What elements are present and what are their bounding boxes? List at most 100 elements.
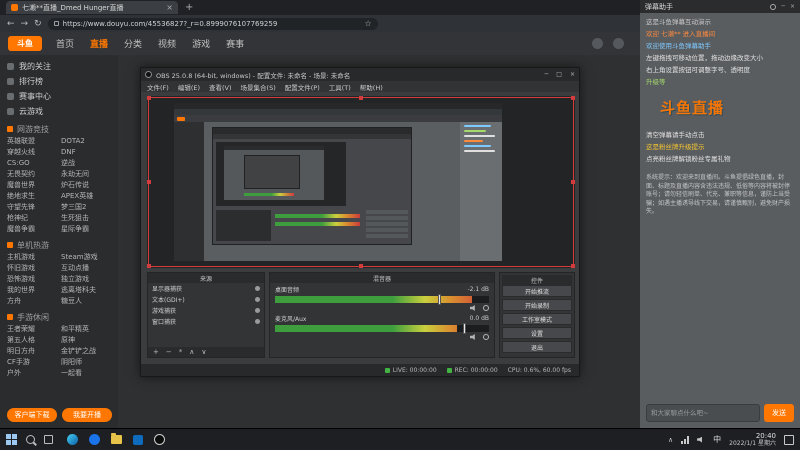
forward-icon[interactable]: → <box>21 19 29 29</box>
sidebar-game-item[interactable]: 英雄联盟 <box>7 136 57 147</box>
danmaku-helper-titlebar[interactable]: 弹幕助手 ─ × <box>640 0 800 13</box>
chat-message: 右上角设置按钮可调整字号、透明度 <box>646 66 750 74</box>
nav-video[interactable]: 视频 <box>158 37 176 50</box>
sidebar-game-item[interactable]: 永劫无间 <box>61 169 111 180</box>
sidebar-game-item[interactable]: 糖豆人 <box>61 296 111 307</box>
ime-indicator[interactable]: 中 <box>713 434 721 445</box>
sidebar-game-item[interactable]: 无畏契约 <box>7 169 57 180</box>
sidebar-game-item[interactable]: 第五人格 <box>7 335 57 346</box>
browser-app-icon[interactable] <box>89 434 100 445</box>
sidebar-game-item[interactable]: 穿越火线 <box>7 147 57 158</box>
sidebar-game-item[interactable]: APEX英雄 <box>61 191 111 202</box>
sidebar-game-item[interactable]: DOTA2 <box>61 136 111 147</box>
sidebar-game-item[interactable]: 星际争霸 <box>61 224 111 235</box>
sidebar-item-label: 我的关注 <box>19 62 51 71</box>
notification-center-icon[interactable] <box>784 434 794 445</box>
edge-icon[interactable] <box>67 434 78 445</box>
sidebar-game-item[interactable]: 逃离塔科夫 <box>61 285 111 296</box>
nav-esports[interactable]: 赛事 <box>226 37 244 50</box>
tray-chevron-icon[interactable]: ∧ <box>668 436 673 444</box>
helper-settings-icon[interactable] <box>770 3 777 10</box>
sidebar-game-item[interactable]: 绝地求生 <box>7 191 57 202</box>
volume-icon[interactable] <box>697 436 702 443</box>
sidebar-game-item[interactable]: 我的世界 <box>7 285 57 296</box>
taskbar-clock[interactable]: 20:40 2022/1/1 星期六 <box>729 432 776 448</box>
sidebar-game-item[interactable]: 阴阳师 <box>61 357 111 368</box>
sidebar-game-item[interactable]: 主机游戏 <box>7 252 57 263</box>
sidebar-item[interactable]: 我的关注 <box>7 59 111 74</box>
nav-game[interactable]: 游戏 <box>192 37 210 50</box>
source-item: 文本(GDI+) <box>148 294 264 305</box>
sidebar-game-item[interactable]: 户外 <box>7 368 57 379</box>
nav-category[interactable]: 分类 <box>124 37 142 50</box>
browser-tab[interactable]: 七濑**直播_Dmed Hunger直播 × <box>6 1 178 14</box>
sidebar-game-item[interactable]: 梦三国2 <box>61 202 111 213</box>
reload-icon[interactable]: ↻ <box>34 19 42 29</box>
channel-settings-icon <box>483 305 489 311</box>
start-broadcast-button[interactable]: 我要开播 <box>62 408 112 422</box>
sidebar-game-item[interactable]: 逆战 <box>61 158 111 169</box>
nested-chat-panel <box>460 122 502 261</box>
sidebar-game-item[interactable]: CS:GO <box>7 158 57 169</box>
sidebar-game-item[interactable]: 炉石传说 <box>61 180 111 191</box>
sidebar-game-item[interactable]: 魔兽世界 <box>7 180 57 191</box>
helper-minimize-icon[interactable]: ─ <box>781 3 785 10</box>
sidebar-game-item[interactable]: 枪神纪 <box>7 213 57 224</box>
sidebar-game-item[interactable]: 原神 <box>61 335 111 346</box>
sidebar-game-item[interactable]: 金铲铲之战 <box>61 346 111 357</box>
tab-close-icon[interactable]: × <box>166 3 173 12</box>
bookmark-star-icon[interactable]: ☆ <box>364 19 371 28</box>
obs-app-icon[interactable] <box>154 434 165 445</box>
back-icon[interactable]: ← <box>7 19 15 29</box>
sidebar-game-item[interactable]: 互动点播 <box>61 263 111 274</box>
sidebar-game-item[interactable]: 一起看 <box>61 368 111 379</box>
sidebar-game-item[interactable]: 恐怖游戏 <box>7 274 57 285</box>
search-icon[interactable] <box>26 435 35 444</box>
sidebar-game-item[interactable]: 守望先锋 <box>7 202 57 213</box>
sidebar-item[interactable]: 赛事中心 <box>7 89 111 104</box>
sidebar-game-item[interactable]: 和平精英 <box>61 324 111 335</box>
clock-time: 20:40 <box>755 431 776 440</box>
sidebar-game-item[interactable]: 方舟 <box>7 296 57 307</box>
helper-close-icon[interactable]: × <box>790 3 795 10</box>
sidebar-game-item[interactable]: CF手游 <box>7 357 57 368</box>
volume-slider-knob <box>437 294 441 305</box>
user-avatar[interactable] <box>613 38 624 49</box>
network-icon[interactable] <box>681 435 690 444</box>
client-download-button[interactable]: 客户端下载 <box>7 408 57 422</box>
start-button-icon[interactable] <box>6 434 17 445</box>
sidebar-game-item[interactable]: 生死狙击 <box>61 213 111 224</box>
send-button[interactable]: 发送 <box>764 404 794 422</box>
sidebar-game-item[interactable]: 明日方舟 <box>7 346 57 357</box>
chat-input-row: 发送 <box>646 404 794 422</box>
nested-douyu-logo <box>177 116 185 121</box>
obs-preview <box>147 96 575 268</box>
sidebar-game-item[interactable]: Steam游戏 <box>61 252 111 263</box>
new-tab-button[interactable]: + <box>185 2 193 13</box>
douyu-logo[interactable]: 斗鱼 <box>8 36 42 51</box>
sidebar-game-item[interactable]: 魔兽争霸 <box>7 224 57 235</box>
visibility-eye-icon <box>255 297 260 302</box>
sources-toolbar: + − * ∧ ∨ <box>148 347 264 357</box>
sidebar-game-item[interactable]: 王者荣耀 <box>7 324 57 335</box>
visibility-eye-icon <box>255 286 260 291</box>
task-view-icon[interactable] <box>44 435 53 444</box>
controls-list: 开始推流 开始录制 工作室模式 设置 退出 <box>502 285 572 355</box>
sidebar-item[interactable]: 云游戏 <box>7 104 111 119</box>
store-icon[interactable] <box>133 434 143 445</box>
sidebar-item[interactable]: 排行榜 <box>7 74 111 89</box>
chat-input[interactable] <box>646 404 760 422</box>
file-explorer-icon[interactable] <box>111 433 122 444</box>
sidebar-section-title: 手游休闲 <box>7 310 111 324</box>
nav-home[interactable]: 首页 <box>56 37 74 50</box>
video-player[interactable]: OBS 25.0.8 (64-bit, windows) - 配置文件: 未命名… <box>118 55 640 428</box>
obs-menu-item: 文件(F) <box>147 83 169 92</box>
sidebar-game-item[interactable]: 独立游戏 <box>61 274 111 285</box>
sidebar-game-item[interactable]: DNF <box>61 147 111 158</box>
tab-title: 七濑**直播_Dmed Hunger直播 <box>22 3 124 12</box>
site-nav: 首页 直播 分类 视频 游戏 赛事 <box>56 37 244 50</box>
message-icon[interactable] <box>592 38 603 49</box>
sidebar-game-item[interactable]: 怀旧游戏 <box>7 263 57 274</box>
nav-live[interactable]: 直播 <box>90 37 108 50</box>
url-field[interactable]: https://www.douyu.com/45536827?_r=0.8999… <box>47 17 378 30</box>
